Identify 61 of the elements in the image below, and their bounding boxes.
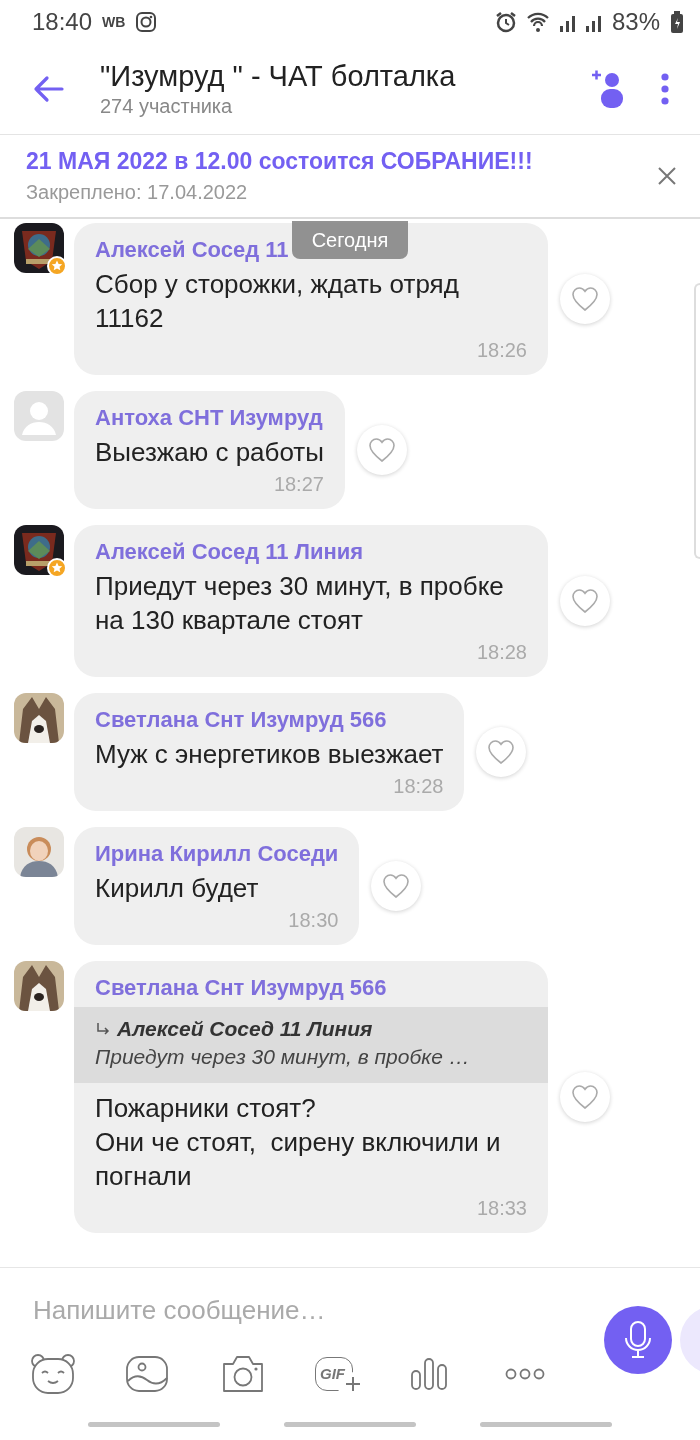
message-text: Выезжаю с работы — [94, 436, 325, 469]
message-time: 18:33 — [475, 1196, 528, 1221]
like-button[interactable] — [476, 727, 527, 777]
clock-time: 18:40 — [32, 8, 93, 36]
member-count: 274 участника — [100, 95, 234, 118]
close-icon — [657, 166, 677, 186]
quoted-sender: Алексей Сосед 11 Линия — [117, 1017, 373, 1041]
wifi-icon — [525, 10, 550, 34]
heart-icon — [571, 588, 599, 614]
heart-icon — [571, 286, 599, 312]
battery-percent: 83% — [611, 8, 660, 36]
message-time: 18:28 — [392, 774, 445, 799]
nav-bar-handle[interactable] — [480, 1422, 612, 1427]
message-text: Кирилл будет — [94, 872, 260, 905]
message-time: 18:28 — [475, 640, 528, 665]
like-button[interactable] — [560, 576, 610, 626]
sender-name: Антоха СНТ Изумруд — [95, 404, 323, 432]
message-time: 18:26 — [475, 338, 528, 363]
sender-name: Алексей Сосед 11 — [95, 236, 289, 264]
bear-face-icon — [30, 1353, 76, 1395]
chat-title: "Изумруд " - ЧАТ болталка — [100, 60, 457, 93]
like-button[interactable] — [371, 861, 422, 911]
heart-icon — [367, 437, 396, 463]
quoted-text: Приедут через 30 минут, в пробке … — [95, 1045, 471, 1069]
bar-chart-icon — [410, 1357, 448, 1391]
message-input[interactable]: Напишите сообщение… — [33, 1290, 553, 1330]
message-text: Приедут через 30 минут, в пробке на 130 квартале стоят — [94, 570, 505, 637]
microphone-icon — [623, 1320, 653, 1360]
back-arrow-icon — [32, 75, 64, 103]
more-icon — [505, 1368, 545, 1380]
add-person-icon — [590, 68, 626, 110]
avatar-placeholder-icon — [14, 391, 64, 441]
heart-icon — [487, 739, 516, 765]
message-text: Пожарники стоят? Они че стоят, сирену включили и погнали — [94, 1092, 502, 1193]
pinned-message[interactable]: 21 МАЯ 2022 в 12.00 состоится СОБРАНИЕ!!! — [26, 148, 642, 175]
message-time: 18:27 — [272, 472, 325, 497]
camera-icon — [220, 1354, 266, 1394]
like-button[interactable] — [356, 425, 407, 475]
like-button[interactable] — [560, 1072, 610, 1122]
image-icon — [125, 1355, 169, 1393]
nav-bar-handle[interactable] — [88, 1422, 220, 1427]
sender-name: Алексей Сосед 11 Линия — [95, 538, 364, 566]
plus-icon — [345, 1376, 361, 1392]
message-text: Сбор у сторожки, ждать отряд 11162 — [94, 268, 460, 335]
sender-name: Ирина Кирилл Соседи — [95, 840, 339, 868]
camera-app-icon — [135, 11, 158, 33]
like-button[interactable] — [560, 274, 610, 324]
pinned-date: Закреплено: 17.04.2022 — [26, 181, 249, 204]
nav-bar-handle[interactable] — [284, 1422, 416, 1427]
heart-icon — [571, 1084, 599, 1110]
message-time: 18:30 — [287, 908, 340, 933]
battery-icon — [670, 10, 684, 34]
sender-name: Светлана Снт Изумруд 566 — [95, 974, 387, 1002]
carrier-tag: WB — [102, 14, 126, 30]
reply-arrow-icon — [95, 1021, 111, 1037]
date-label: Сегодня — [292, 221, 408, 259]
sender-name: Светлана Снт Изумруд 566 — [95, 706, 387, 734]
message-text: Муж с энергетиков выезжает — [94, 738, 445, 771]
heart-icon — [382, 873, 411, 899]
gif-button[interactable]: GIF — [315, 1352, 410, 1396]
more-icon — [660, 72, 670, 106]
